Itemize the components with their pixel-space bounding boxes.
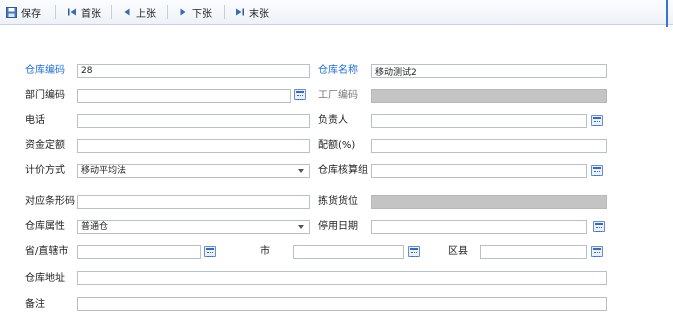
district-input[interactable] bbox=[480, 245, 587, 259]
attribute-select[interactable]: 普通仓 bbox=[77, 220, 310, 234]
attribute-value: 普通仓 bbox=[81, 222, 109, 232]
warehouse-code-label: 仓库编码 bbox=[25, 65, 65, 76]
pricing-value: 移动平均法 bbox=[81, 166, 127, 176]
city-label: 市 bbox=[260, 246, 270, 257]
first-icon bbox=[66, 7, 77, 18]
calendar-icon[interactable] bbox=[593, 221, 605, 232]
factory-code-field bbox=[371, 89, 607, 103]
remark-label: 备注 bbox=[25, 299, 45, 310]
address-input[interactable] bbox=[77, 271, 607, 285]
province-input[interactable] bbox=[77, 245, 201, 259]
ratio-input[interactable] bbox=[371, 139, 607, 153]
warehouse-code-input[interactable] bbox=[77, 64, 310, 78]
lookup-icon[interactable] bbox=[591, 115, 603, 126]
city-input[interactable] bbox=[293, 245, 404, 259]
factory-code-label: 工厂编码 bbox=[318, 90, 358, 101]
last-label: 末张 bbox=[249, 8, 269, 20]
toolbar-separator bbox=[167, 5, 168, 19]
pick-location-field bbox=[371, 195, 607, 209]
ratio-label: 配额(%) bbox=[318, 140, 356, 151]
address-label: 仓库地址 bbox=[25, 273, 65, 284]
manager-label: 负责人 bbox=[318, 115, 348, 126]
dept-code-input[interactable] bbox=[77, 89, 291, 103]
next-icon bbox=[177, 7, 188, 18]
district-label: 区县 bbox=[448, 246, 468, 257]
phone-input[interactable] bbox=[77, 114, 310, 128]
last-button[interactable]: 末张 bbox=[234, 0, 269, 24]
next-button[interactable]: 下张 bbox=[177, 0, 212, 24]
pricing-select[interactable]: 移动平均法 bbox=[77, 164, 310, 178]
dropdown-icon bbox=[298, 169, 304, 173]
dept-code-label: 部门编码 bbox=[25, 90, 65, 101]
toolbar: 保存 首张 上张 下张 末张 bbox=[0, 0, 673, 25]
attribute-label: 仓库属性 bbox=[25, 221, 65, 232]
province-label: 省/直辖市 bbox=[25, 246, 69, 257]
disable-date-input[interactable] bbox=[371, 220, 587, 234]
accounting-group-label: 仓库核算组 bbox=[318, 165, 368, 176]
toolbar-separator bbox=[224, 5, 225, 19]
barcode-label: 对应条形码 bbox=[25, 196, 75, 207]
lookup-icon[interactable] bbox=[294, 89, 306, 100]
last-icon bbox=[234, 7, 245, 18]
window-edge bbox=[666, 0, 668, 27]
phone-label: 电话 bbox=[25, 115, 45, 126]
warehouse-name-label: 仓库名称 bbox=[318, 65, 358, 76]
next-label: 下张 bbox=[192, 8, 212, 20]
toolbar-separator bbox=[55, 5, 56, 19]
prev-button[interactable]: 上张 bbox=[121, 0, 156, 24]
disable-date-label: 停用日期 bbox=[318, 221, 358, 232]
prev-label: 上张 bbox=[136, 8, 156, 20]
save-label: 保存 bbox=[21, 8, 41, 20]
dropdown-icon bbox=[298, 225, 304, 229]
manager-input[interactable] bbox=[371, 114, 587, 128]
pick-location-label: 拣货货位 bbox=[318, 196, 358, 207]
accounting-group-input[interactable] bbox=[371, 164, 587, 178]
pricing-label: 计价方式 bbox=[25, 165, 65, 176]
lookup-icon[interactable] bbox=[591, 246, 603, 257]
prev-icon bbox=[121, 7, 132, 18]
quota-input[interactable] bbox=[77, 139, 310, 153]
lookup-icon[interactable] bbox=[204, 246, 216, 257]
warehouse-name-input[interactable] bbox=[371, 64, 607, 78]
save-icon bbox=[6, 6, 17, 18]
toolbar-separator bbox=[111, 5, 112, 19]
quota-label: 资金定额 bbox=[25, 140, 65, 151]
first-label: 首张 bbox=[81, 8, 101, 20]
lookup-icon[interactable] bbox=[591, 165, 603, 176]
barcode-input[interactable] bbox=[77, 195, 310, 209]
first-button[interactable]: 首张 bbox=[66, 0, 101, 24]
remark-input[interactable] bbox=[77, 297, 607, 311]
save-button[interactable]: 保存 bbox=[6, 0, 41, 24]
lookup-icon[interactable] bbox=[408, 246, 420, 257]
